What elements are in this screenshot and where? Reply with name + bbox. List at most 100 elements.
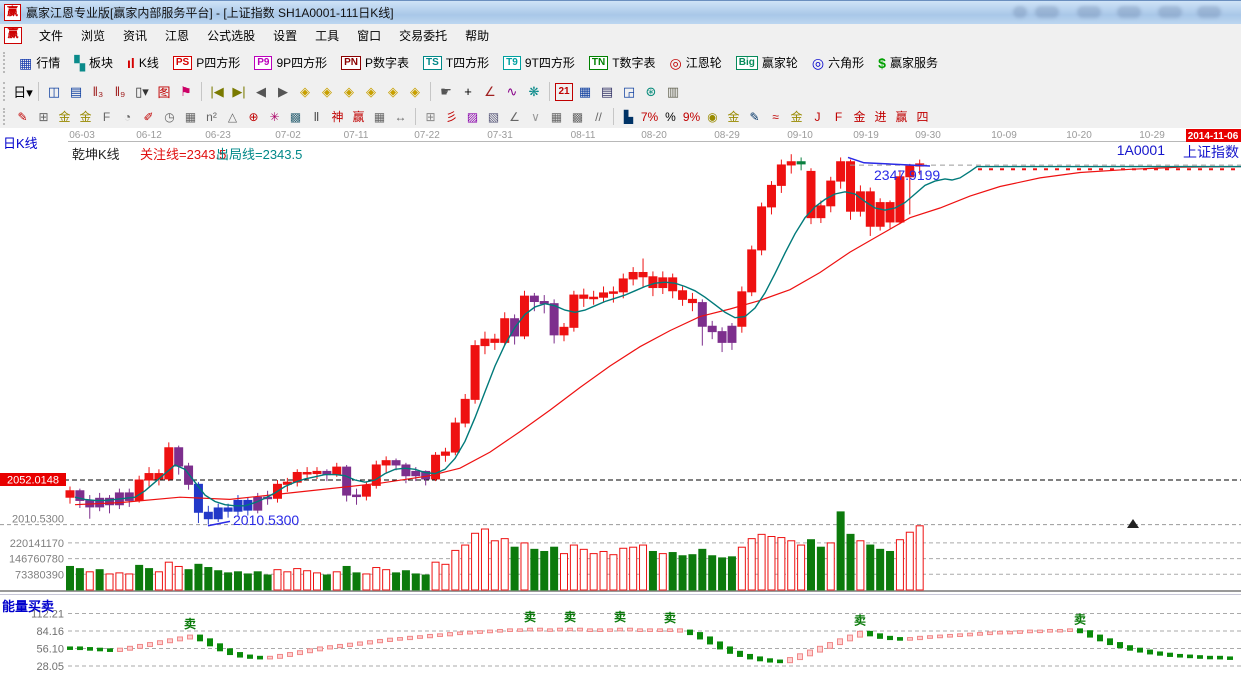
spiral-icon[interactable]: ◔ xyxy=(118,108,137,126)
toolbar-button-sectors[interactable]: ▚板块 xyxy=(67,52,120,73)
web-grid-icon[interactable]: ▩ xyxy=(286,108,305,126)
gold-angle-icon[interactable]: 金 xyxy=(850,108,869,126)
v-lines-icon[interactable]: ∨ xyxy=(526,108,545,126)
hand-tool-icon[interactable]: ☛ xyxy=(436,82,456,102)
k-marks-icon[interactable]: Ⅱ xyxy=(307,108,326,126)
menu-item-7[interactable]: 窗口 xyxy=(348,24,390,47)
calendar-icon[interactable]: 21 xyxy=(555,83,573,101)
neural-tool-icon[interactable]: ❋ xyxy=(524,82,544,102)
j-angle-icon[interactable]: J xyxy=(808,108,827,126)
chart-3-lines-icon[interactable]: ǁ₃ xyxy=(88,82,108,102)
jin-angle-icon[interactable]: 进 xyxy=(871,108,890,126)
gann-lines-icon[interactable]: ⊞ xyxy=(34,108,53,126)
grid-123-icon[interactable]: ▦ xyxy=(370,108,389,126)
percent-icon[interactable]: % xyxy=(661,108,680,126)
star-web-icon[interactable]: ✳ xyxy=(265,108,284,126)
wave-tool-icon[interactable]: ≈ xyxy=(766,108,785,126)
gold-levels-2-icon[interactable]: 金 xyxy=(787,108,806,126)
menu-item-5[interactable]: 设置 xyxy=(264,24,306,47)
seven-pct-icon[interactable]: 7% xyxy=(640,108,659,126)
draw-pencil-icon[interactable]: ✎ xyxy=(13,108,32,126)
shen-grid-icon[interactable]: 神 xyxy=(328,108,347,126)
pct-lines-icon[interactable]: 9% xyxy=(682,108,701,126)
compress-h-icon[interactable]: ◈ xyxy=(361,82,381,102)
time-circle-icon[interactable]: ◷ xyxy=(160,108,179,126)
zoom-out-x-icon[interactable]: ◈ xyxy=(295,82,315,102)
bar-stats-icon[interactable]: ▙ xyxy=(619,108,638,126)
gold-levels-icon[interactable]: 金 xyxy=(724,108,743,126)
toolbar-button-p-number-table[interactable]: PNP数字表 xyxy=(334,52,416,73)
fan-box-1-icon[interactable]: ▨ xyxy=(463,108,482,126)
grid-b-icon[interactable]: ▩ xyxy=(568,108,587,126)
main-chart-svg[interactable]: 06-0306-1206-2307-0207-1107-2207-3108-11… xyxy=(0,128,1241,683)
compress-all-icon[interactable]: ◈ xyxy=(405,82,425,102)
toolbar-button-t9-square[interactable]: T99T四方形 xyxy=(496,52,582,73)
menu-item-8[interactable]: 交易委托 xyxy=(390,24,456,47)
notepad-icon[interactable]: ▤ xyxy=(597,82,617,102)
ying-grid-icon[interactable]: 赢 xyxy=(349,108,368,126)
candle-style-dropdown-icon[interactable]: ▯▾ xyxy=(132,82,152,102)
toolbar-button-t-square[interactable]: TST四方形 xyxy=(416,52,496,73)
toolbar-button-gann-wheel[interactable]: ◎江恩轮 xyxy=(663,52,729,73)
h-arrows-icon[interactable]: ↔ xyxy=(391,108,410,126)
parallel-lines-icon[interactable]: // xyxy=(589,108,608,126)
expand-h-icon[interactable]: ◈ xyxy=(339,82,359,102)
indicator-name-label[interactable]: 能量买卖 xyxy=(2,596,54,615)
panel-type-label[interactable]: 日K线 xyxy=(3,133,38,152)
n-square-icon[interactable]: n² xyxy=(202,108,221,126)
chart-9-lines-icon[interactable]: ǁ₉ xyxy=(110,82,130,102)
go-last-icon[interactable]: ▶| xyxy=(229,82,249,102)
si-angle-icon[interactable]: 四 xyxy=(913,108,932,126)
save-floppy-icon[interactable]: ◲ xyxy=(619,82,639,102)
export-data-icon[interactable]: ⊛ xyxy=(641,82,661,102)
angle-lines-icon[interactable]: ∠ xyxy=(505,108,524,126)
ying-angle-icon[interactable]: 赢 xyxy=(892,108,911,126)
window-layout-icon[interactable]: ◫ xyxy=(44,82,64,102)
menu-item-6[interactable]: 工具 xyxy=(306,24,348,47)
expand-all-icon[interactable]: ◈ xyxy=(383,82,403,102)
toolbar-button-p9-square[interactable]: P99P四方形 xyxy=(247,52,334,73)
grid-a-icon[interactable]: ▦ xyxy=(547,108,566,126)
f-grid-icon[interactable]: F xyxy=(97,108,116,126)
symbol-name[interactable]: 上证指数 xyxy=(1183,142,1239,162)
pencil-bars-icon[interactable]: ✎ xyxy=(745,108,764,126)
symbol-code[interactable]: 1A0001 xyxy=(1117,142,1165,158)
toolbar-button-p-square[interactable]: PSP四方形 xyxy=(166,52,247,73)
toolbar-button-winner-service[interactable]: $赢家服务 xyxy=(871,52,945,73)
color-flag-icon[interactable]: ⚑ xyxy=(176,82,196,102)
toolbar-button-t-number-table[interactable]: TNT数字表 xyxy=(582,52,663,73)
frame-tool-icon[interactable]: ⊞ xyxy=(421,108,440,126)
f-angle-icon[interactable]: F xyxy=(829,108,848,126)
period-day-dropdown-icon[interactable]: 日▾ xyxy=(13,82,33,102)
toolbar-button-kline[interactable]: ılK线 xyxy=(120,52,166,73)
info-report-icon[interactable]: ▤ xyxy=(66,82,86,102)
go-prev-icon[interactable]: ◀ xyxy=(251,82,271,102)
crosshair-circle-icon[interactable]: ⊕ xyxy=(244,108,263,126)
zoom-in-x-icon[interactable]: ◈ xyxy=(317,82,337,102)
pattern-box-icon[interactable]: 图 xyxy=(154,82,174,102)
toolbar-button-market-quotes[interactable]: ▦行情 xyxy=(12,52,67,73)
menu-item-9[interactable]: 帮助 xyxy=(456,24,498,47)
toolbar-button-winner-wheel[interactable]: Big赢家轮 xyxy=(729,52,805,73)
pencil-ruler-icon[interactable]: ✐ xyxy=(139,108,158,126)
menu-item-4[interactable]: 公式选股 xyxy=(198,24,264,47)
toolbar-button-hexagon[interactable]: ◎六角形 xyxy=(805,52,871,73)
gold-grid-2-icon[interactable]: 金 xyxy=(76,108,95,126)
menu-item-1[interactable]: 浏览 xyxy=(72,24,114,47)
fan-lines-icon[interactable]: 彡 xyxy=(442,108,461,126)
print-icon[interactable]: ▥ xyxy=(663,82,683,102)
angle-tool-icon[interactable]: ∠ xyxy=(480,82,500,102)
gann-symbol-tool-icon[interactable]: ∿ xyxy=(502,82,522,102)
gold-grid-1-icon[interactable]: 金 xyxy=(55,108,74,126)
dense-grid-icon[interactable]: ▦ xyxy=(181,108,200,126)
menu-item-0[interactable]: 文件 xyxy=(30,24,72,47)
calculator-icon[interactable]: ▦ xyxy=(575,82,595,102)
menu-item-2[interactable]: 资讯 xyxy=(114,24,156,47)
go-next-icon[interactable]: ▶ xyxy=(273,82,293,102)
fan-box-2-icon[interactable]: ▧ xyxy=(484,108,503,126)
menu-item-3[interactable]: 江恩 xyxy=(156,24,198,47)
go-first-icon[interactable]: |◀ xyxy=(207,82,227,102)
gold-circle-icon[interactable]: ◉ xyxy=(703,108,722,126)
angle-mirror-icon[interactable]: △ xyxy=(223,108,242,126)
crosshair-tool-icon[interactable]: + xyxy=(458,82,478,102)
